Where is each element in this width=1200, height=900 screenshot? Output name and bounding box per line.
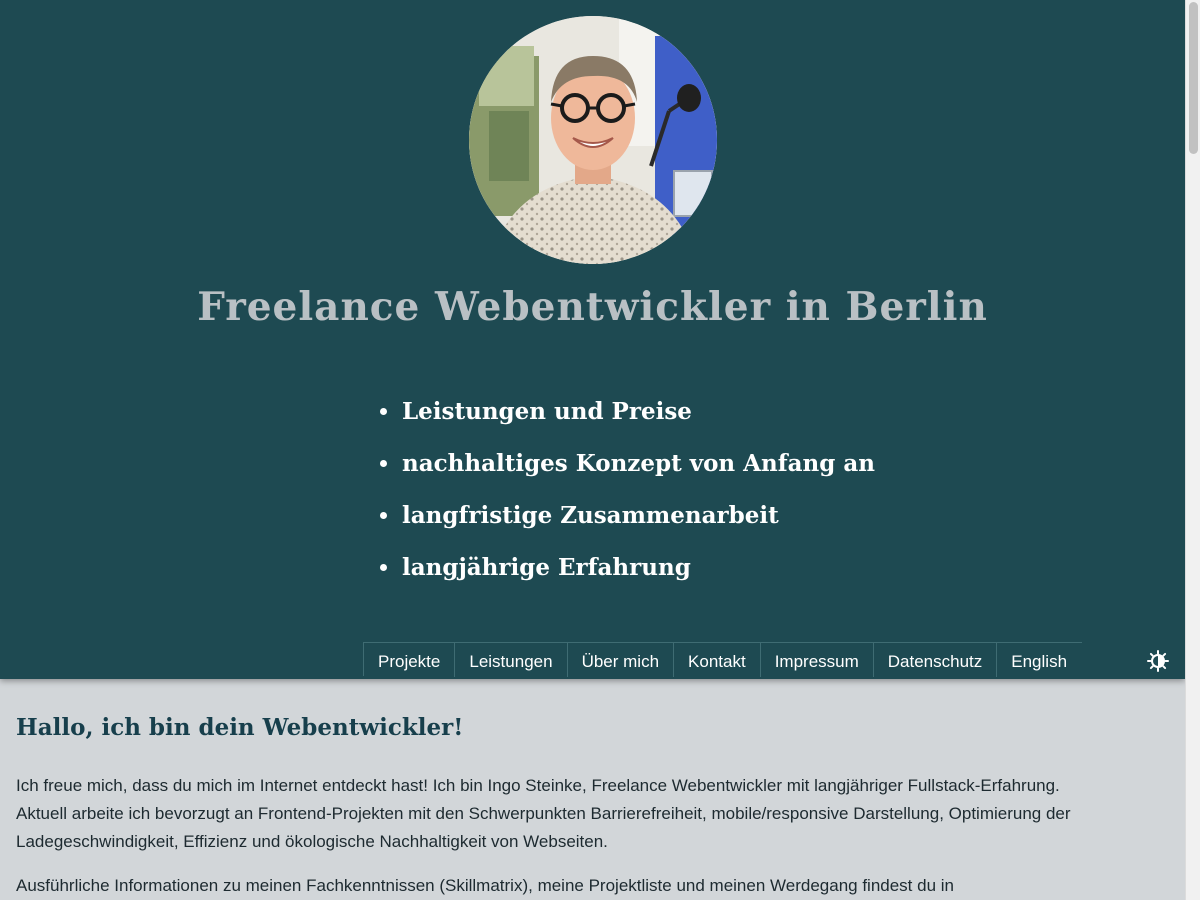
intro-heading: Hallo, ich bin dein Webentwickler! [16, 714, 464, 741]
nav-link-impressum[interactable]: Impressum [761, 643, 874, 677]
profile-photo [469, 16, 717, 264]
site-title: Freelance Webentwickler in Berlin [197, 284, 988, 330]
bullet-icon [380, 564, 387, 571]
nav-link-kontakt[interactable]: Kontakt [674, 643, 761, 677]
main-content: Hallo, ich bin dein Webentwickler! Ich f… [16, 700, 1076, 900]
usp-item: nachhaltiges Konzept von Anfang an [380, 442, 875, 494]
usp-item: langfristige Zusammenarbeit [380, 494, 875, 546]
usp-list: Leistungen und Preise nachhaltiges Konze… [380, 390, 875, 598]
bullet-icon [380, 512, 387, 519]
usp-item-text: Leistungen und Preise [402, 398, 692, 425]
nav-link-leistungen[interactable]: Leistungen [455, 643, 568, 677]
usp-item: langjährige Erfahrung [380, 546, 875, 598]
scrollbar-thumb[interactable] [1189, 2, 1198, 154]
usp-item-text: langfristige Zusammenarbeit [402, 502, 779, 529]
contrast-icon[interactable] [1147, 650, 1169, 672]
bullet-icon [380, 408, 387, 415]
usp-item-text: langjährige Erfahrung [402, 554, 691, 581]
vertical-scrollbar[interactable] [1185, 0, 1200, 900]
nav-link-projekte[interactable]: Projekte [364, 643, 456, 677]
info-paragraph: Ausführliche Informationen zu meinen Fac… [16, 876, 954, 895]
site-header: Freelance Webentwickler in Berlin Leistu… [0, 0, 1185, 679]
main-navigation: Projekte Leistungen Über mich Kontakt Im… [363, 642, 1083, 677]
nav-link-ueber-mich[interactable]: Über mich [568, 643, 675, 677]
nav-link-datenschutz[interactable]: Datenschutz [874, 643, 998, 677]
bullet-icon [380, 460, 387, 467]
page: Freelance Webentwickler in Berlin Leistu… [0, 0, 1200, 900]
usp-item: Leistungen und Preise [380, 390, 875, 442]
intro-paragraph: Ich freue mich, dass du mich im Internet… [16, 776, 1071, 851]
usp-item-text: nachhaltiges Konzept von Anfang an [402, 450, 875, 477]
nav-link-english[interactable]: English [997, 643, 1082, 677]
